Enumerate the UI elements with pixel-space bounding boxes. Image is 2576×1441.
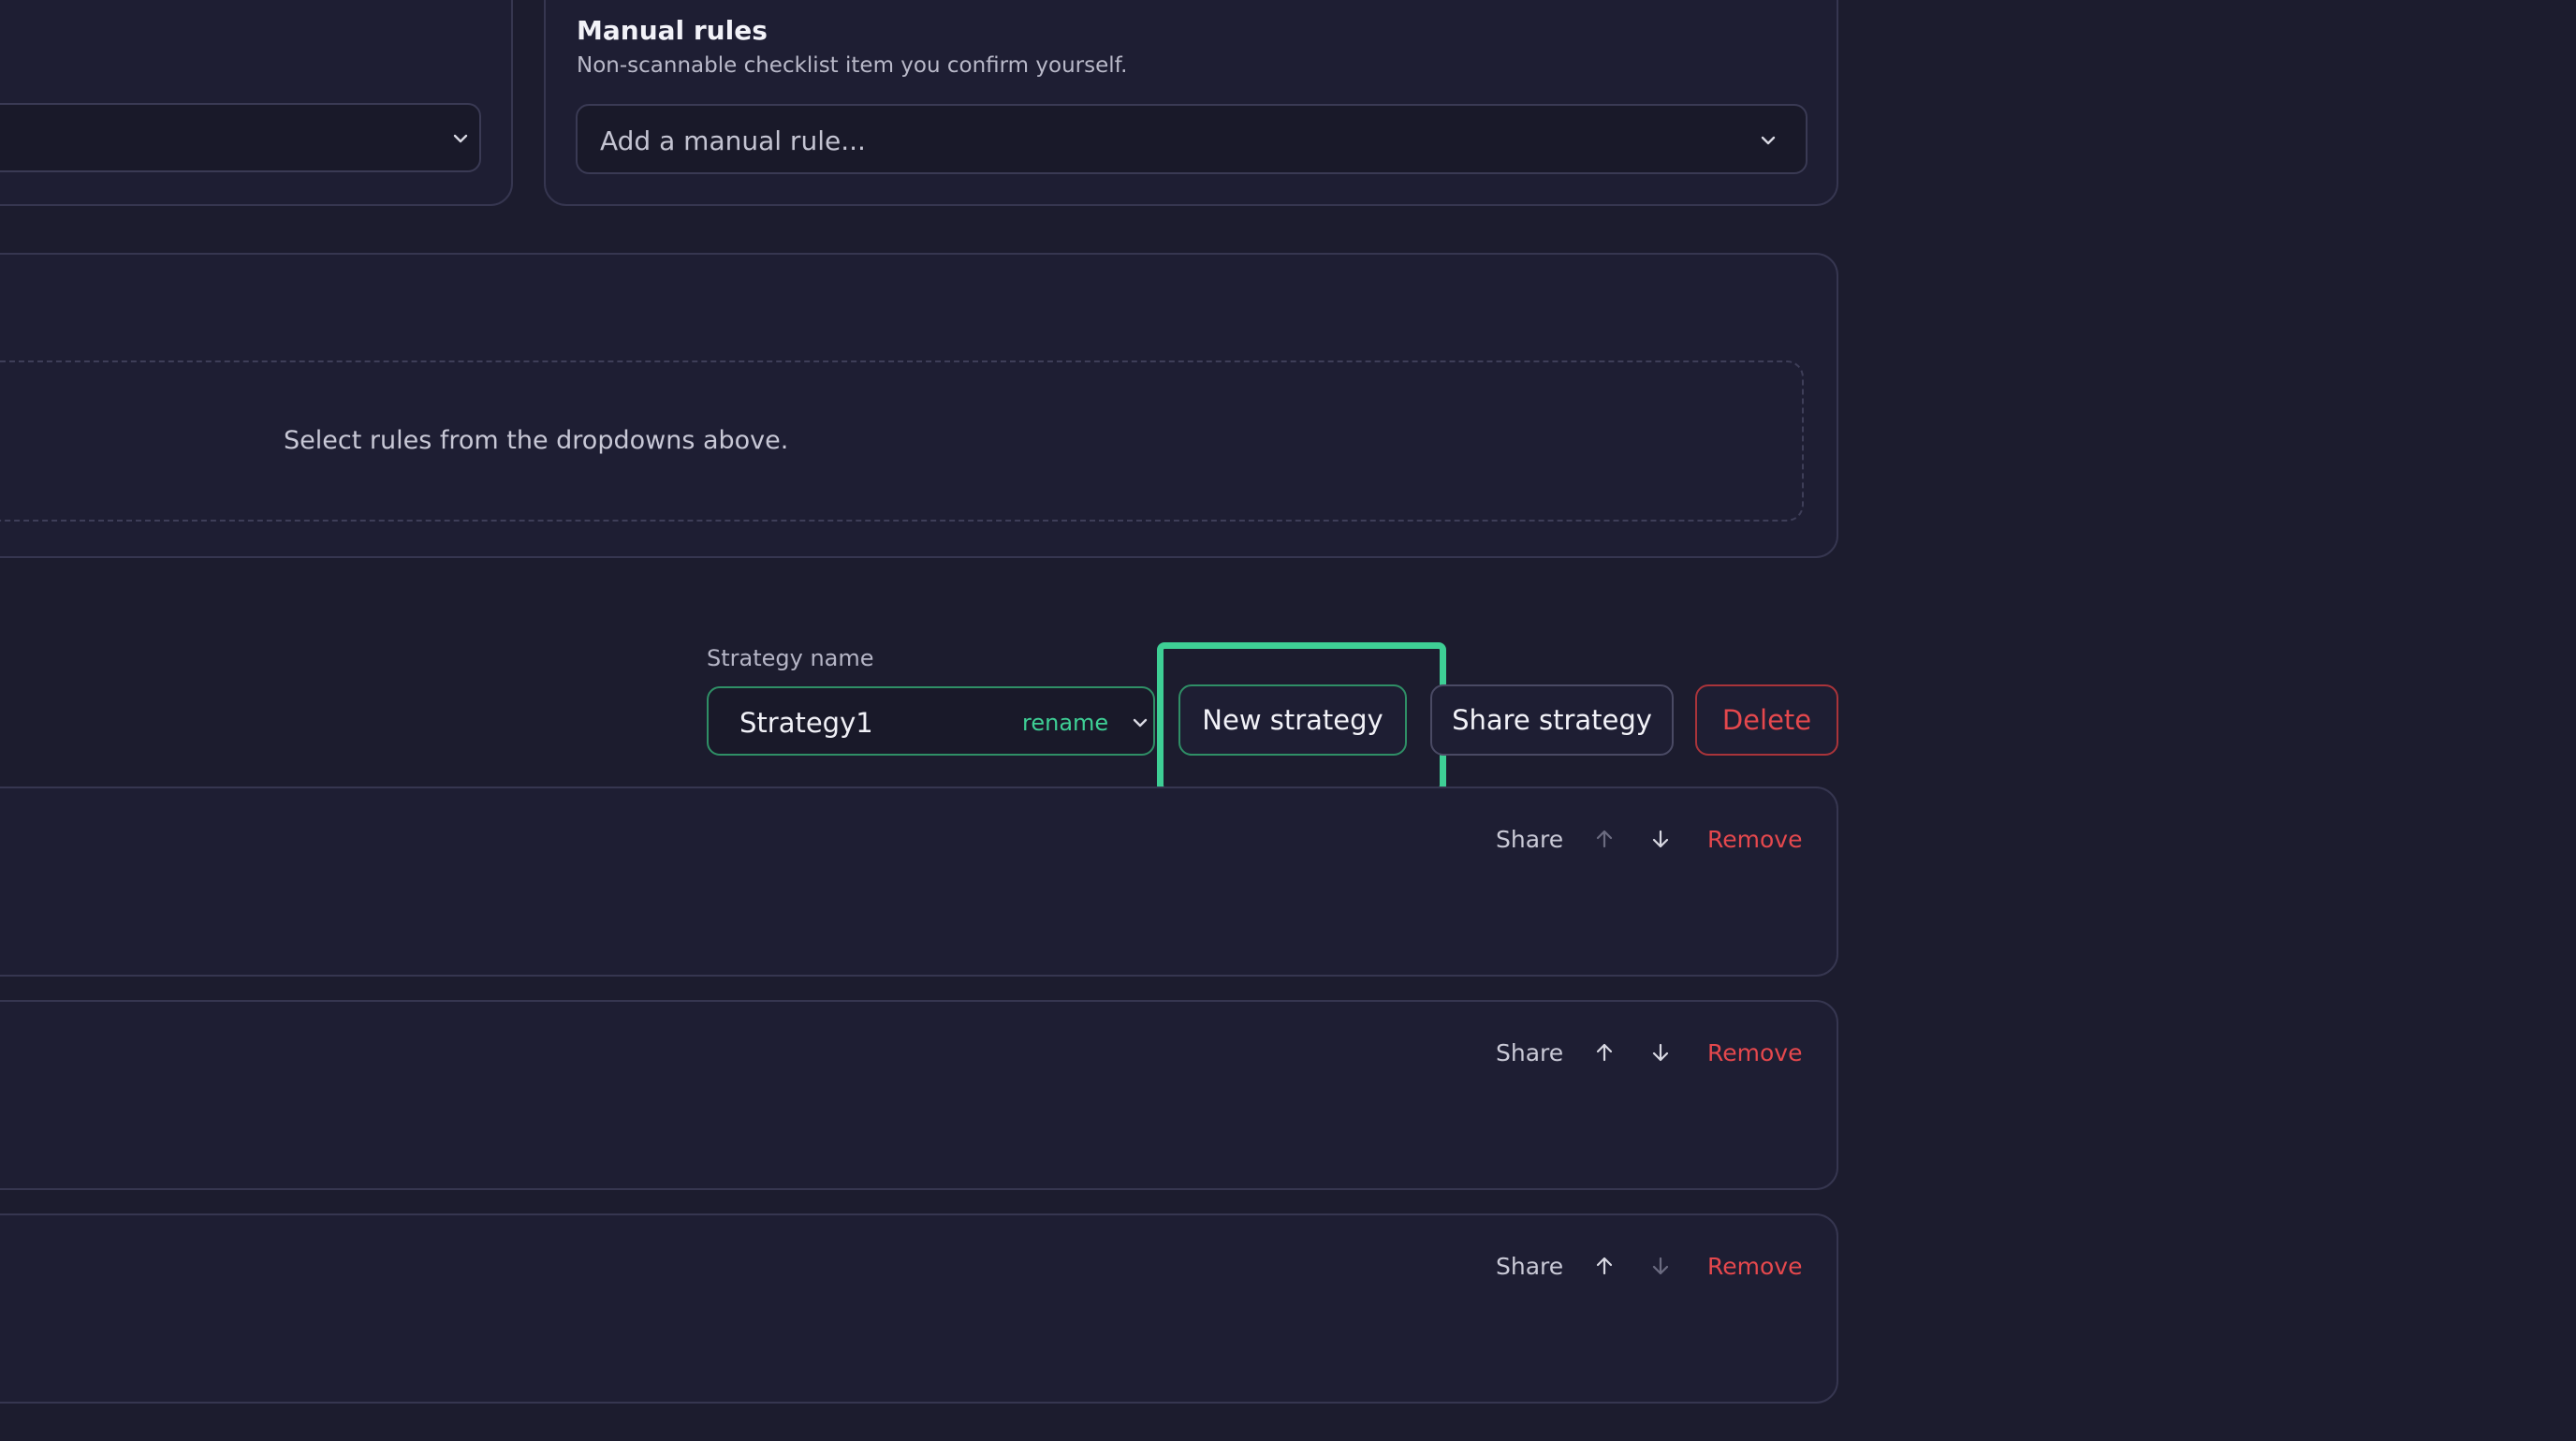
manual-rules-card: Manual rules Non-scannable checklist ite…: [544, 0, 1838, 206]
row-share-button[interactable]: Share: [1496, 1039, 1563, 1066]
chevron-down-icon: [1761, 136, 1776, 145]
strategy-name-label: Strategy name: [707, 645, 874, 671]
arrow-down-icon[interactable]: [1648, 1254, 1673, 1278]
row-share-button[interactable]: Share: [1496, 826, 1563, 853]
arrow-down-icon[interactable]: [1648, 827, 1673, 851]
manual-rule-select[interactable]: Add a manual rule...: [576, 104, 1808, 174]
delete-strategy-button[interactable]: Delete: [1695, 684, 1838, 756]
strategy-name-select[interactable]: Strategy1 rename: [707, 686, 1155, 756]
selected-rules-card: Select rules from the dropdowns above.: [0, 253, 1838, 558]
chevron-down-icon: [453, 134, 468, 143]
row-share-button[interactable]: Share: [1496, 1253, 1563, 1280]
rule-category-select[interactable]: [0, 103, 481, 172]
rename-link[interactable]: rename: [1022, 710, 1108, 736]
rule-row-card: [0, 787, 1838, 977]
share-strategy-button[interactable]: Share strategy: [1430, 684, 1674, 756]
rule-row-card: [0, 1213, 1838, 1404]
empty-rules-dropzone: Select rules from the dropdowns above.: [0, 360, 1804, 522]
arrow-down-icon[interactable]: [1648, 1040, 1673, 1065]
row-remove-button[interactable]: Remove: [1707, 1253, 1802, 1280]
row-remove-button[interactable]: Remove: [1707, 1039, 1802, 1066]
manual-rules-title: Manual rules: [577, 15, 768, 46]
strategy-name-value: Strategy1: [739, 707, 873, 739]
row-remove-button[interactable]: Remove: [1707, 826, 1802, 853]
manual-rule-placeholder: Add a manual rule...: [600, 125, 866, 156]
manual-rules-subtitle: Non-scannable checklist item you confirm…: [577, 53, 1128, 78]
arrow-up-icon[interactable]: [1592, 1040, 1617, 1065]
chevron-down-icon: [1133, 718, 1148, 728]
new-strategy-button[interactable]: New strategy: [1178, 684, 1407, 756]
rule-row-card: [0, 1000, 1838, 1190]
arrow-up-icon[interactable]: [1592, 1254, 1617, 1278]
empty-rules-text: Select rules from the dropdowns above.: [284, 426, 789, 455]
arrow-up-icon[interactable]: [1592, 827, 1617, 851]
